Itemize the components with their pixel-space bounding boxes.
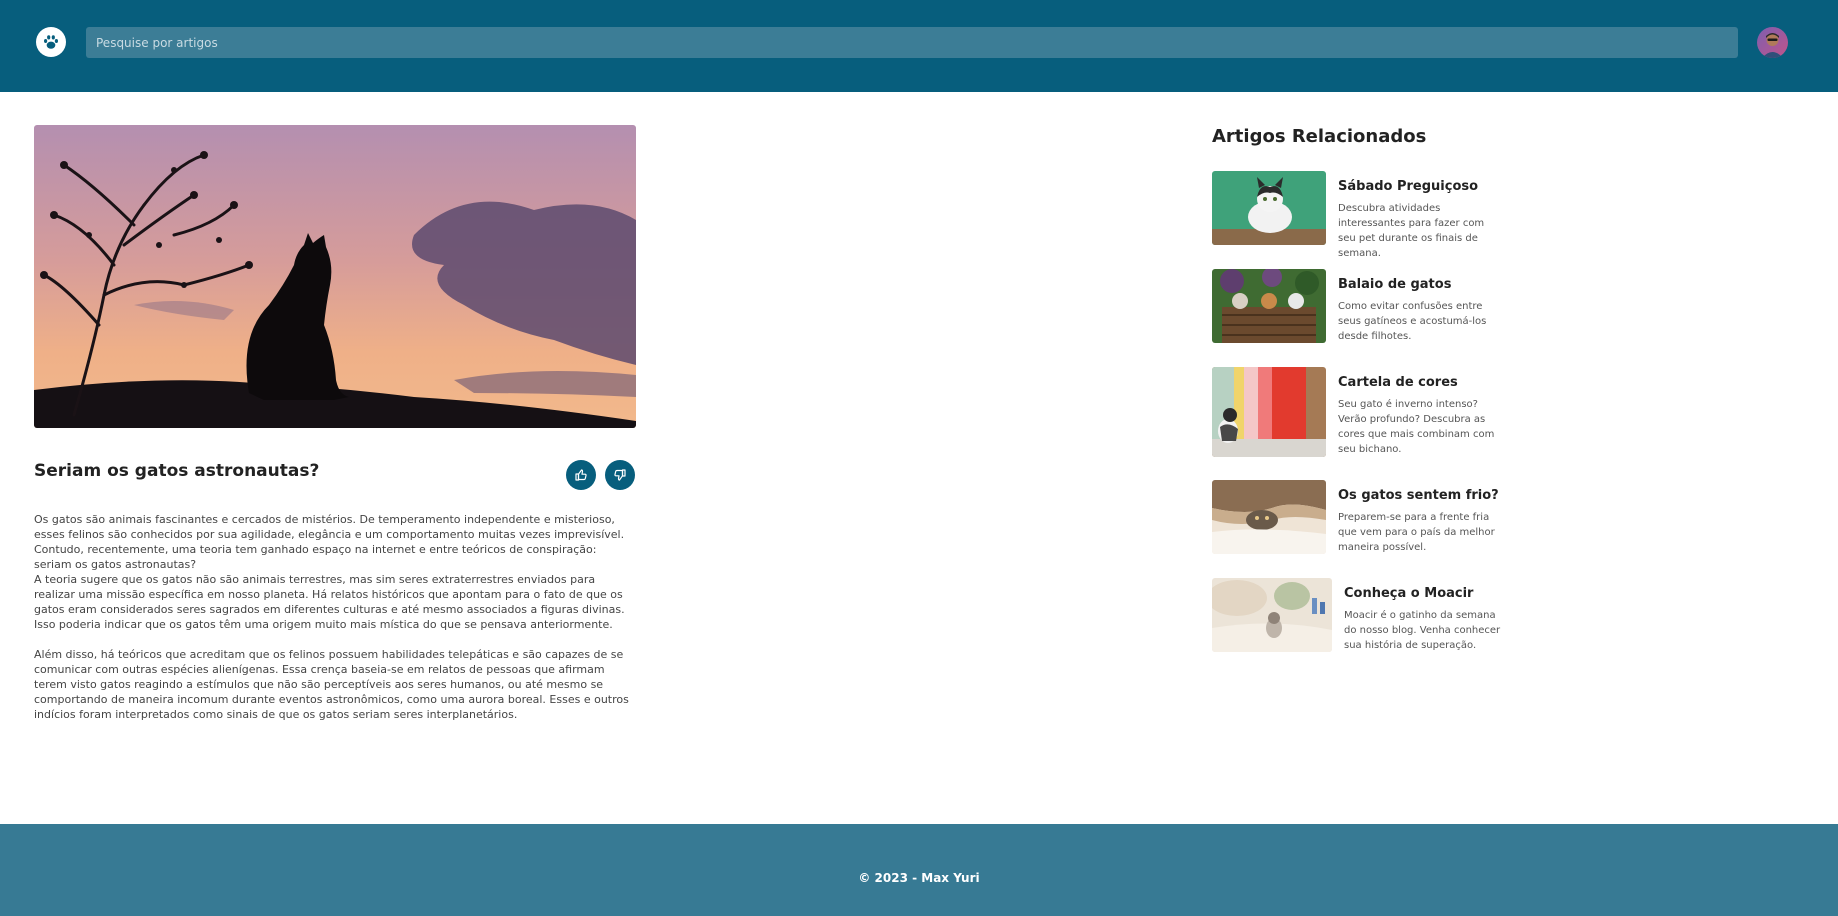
related-article-thumbnail[interactable]	[1212, 578, 1332, 652]
related-article-title[interactable]: Os gatos sentem frio?	[1338, 488, 1499, 503]
article-title: Seriam os gatos astronautas?	[34, 461, 320, 481]
related-article-thumbnail[interactable]	[1212, 480, 1326, 554]
related-article-description: Como evitar confusões entre seus gatíneo…	[1338, 301, 1487, 342]
related-article-thumbnail[interactable]	[1212, 269, 1326, 343]
user-avatar[interactable]	[1757, 27, 1788, 58]
like-button[interactable]	[566, 460, 596, 490]
page-footer: © 2023 - Max Yuri	[0, 824, 1838, 916]
related-article-description: Seu gato é inverno intenso? Verão profun…	[1338, 399, 1495, 455]
related-article-title[interactable]: Cartela de cores	[1338, 375, 1458, 390]
related-article-description: Preparem-se para a frente fria que vem p…	[1338, 512, 1495, 553]
related-articles-title: Artigos Relacionados	[1212, 126, 1427, 147]
top-header	[0, 0, 1838, 92]
search-input[interactable]	[86, 27, 1738, 58]
related-article-title[interactable]: Balaio de gatos	[1338, 277, 1451, 292]
related-article-description: Descubra atividades interessantes para f…	[1338, 203, 1485, 259]
copyright-text: © 2023 - Max Yuri	[858, 871, 980, 885]
article-body: Os gatos são animais fascinantes e cerca…	[34, 512, 636, 722]
article-paragraph: Os gatos são animais fascinantes e cerca…	[34, 513, 625, 571]
article-hero-image	[34, 125, 636, 428]
related-article-thumbnail[interactable]	[1212, 367, 1326, 457]
dislike-button[interactable]	[605, 460, 635, 490]
article-paragraph: A teoria sugere que os gatos não são ani…	[34, 573, 625, 631]
related-article-title[interactable]: Sábado Preguiçoso	[1338, 179, 1478, 194]
paw-icon[interactable]	[36, 27, 66, 57]
related-article-thumbnail[interactable]	[1212, 171, 1326, 245]
related-article-description: Moacir é o gatinho da semana do nosso bl…	[1344, 610, 1501, 651]
related-article-title[interactable]: Conheça o Moacir	[1344, 586, 1473, 601]
thumbs-up-icon	[575, 466, 587, 485]
thumbs-down-icon	[614, 466, 626, 485]
article-paragraph: Além disso, há teóricos que acreditam qu…	[34, 648, 629, 721]
